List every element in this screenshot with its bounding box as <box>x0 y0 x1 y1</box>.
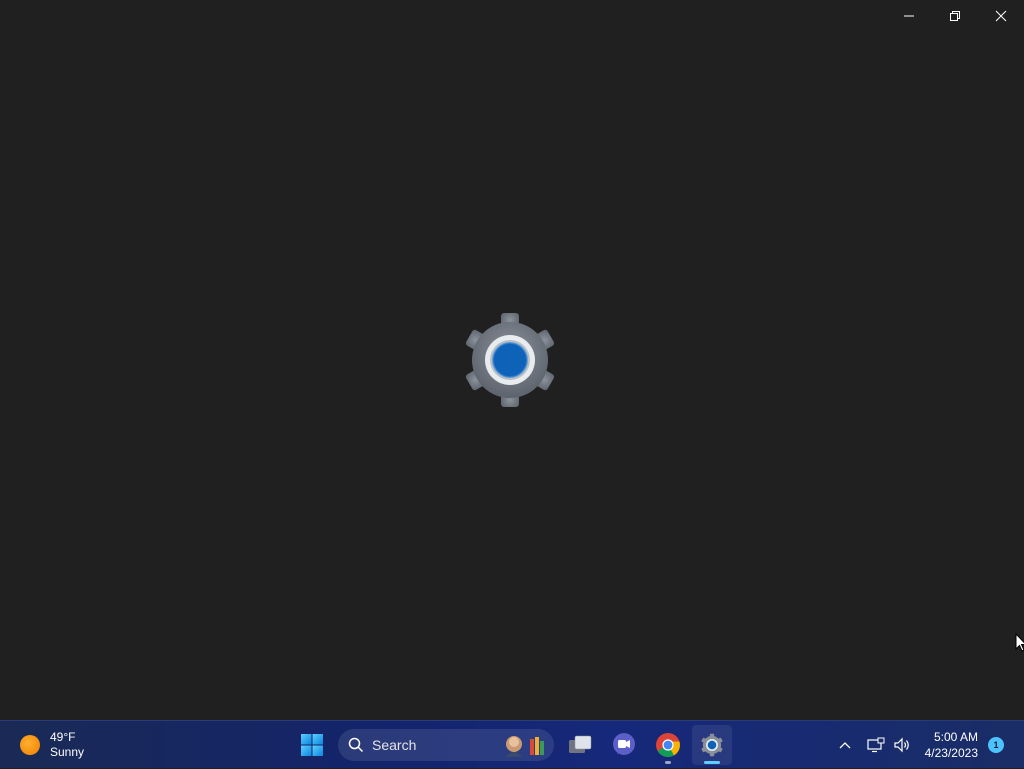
mouse-cursor-icon <box>1015 633 1024 652</box>
close-button[interactable] <box>978 0 1024 32</box>
windows-logo-icon <box>301 734 323 756</box>
settings-taskbar-button[interactable] <box>692 725 732 765</box>
show-hidden-icons-button[interactable] <box>831 725 859 765</box>
clock-time: 5:00 AM <box>933 730 978 744</box>
start-button[interactable] <box>292 725 332 765</box>
system-tray: 5:00 AM 4/23/2023 1 <box>831 721 1024 769</box>
task-view-button[interactable] <box>560 725 600 765</box>
task-view-icon <box>569 735 592 753</box>
teams-chat-button[interactable] <box>604 725 644 765</box>
speaker-icon <box>894 737 909 753</box>
sun-icon <box>20 735 40 755</box>
clock-date: 4/23/2023 <box>924 746 978 760</box>
search-icon <box>348 737 364 753</box>
minimize-icon <box>904 15 914 17</box>
notification-badge[interactable]: 1 <box>988 737 1004 753</box>
weather-condition: Sunny <box>50 745 85 759</box>
teams-chat-icon <box>613 733 635 755</box>
chevron-up-icon <box>839 742 851 749</box>
active-indicator <box>704 761 720 764</box>
running-indicator <box>665 761 671 764</box>
chrome-button[interactable] <box>648 725 688 765</box>
weather-temperature: 49°F <box>50 730 76 744</box>
chrome-icon <box>656 733 680 758</box>
settings-splash-gear-icon <box>465 313 555 407</box>
taskbar-clock[interactable]: 5:00 AM 4/23/2023 <box>925 729 978 761</box>
restore-icon <box>950 11 960 21</box>
taskbar-center: Search <box>292 725 736 765</box>
network-icon <box>867 737 885 753</box>
taskbar: 49°F Sunny Search 5:00 AM 4/23/2023 1 <box>0 720 1024 768</box>
weather-widget[interactable]: 49°F Sunny <box>14 727 84 763</box>
gear-icon <box>701 733 723 757</box>
restore-button[interactable] <box>932 0 978 32</box>
network-button[interactable] <box>863 725 889 765</box>
close-icon <box>995 10 1007 22</box>
settings-window <box>0 0 1024 720</box>
search-placeholder: Search <box>372 737 417 753</box>
window-caption-buttons <box>886 0 1024 32</box>
taskbar-search-box[interactable]: Search <box>338 729 554 761</box>
minimize-button[interactable] <box>886 0 932 32</box>
search-highlight-illustration-icon <box>506 736 544 757</box>
volume-button[interactable] <box>889 725 915 765</box>
